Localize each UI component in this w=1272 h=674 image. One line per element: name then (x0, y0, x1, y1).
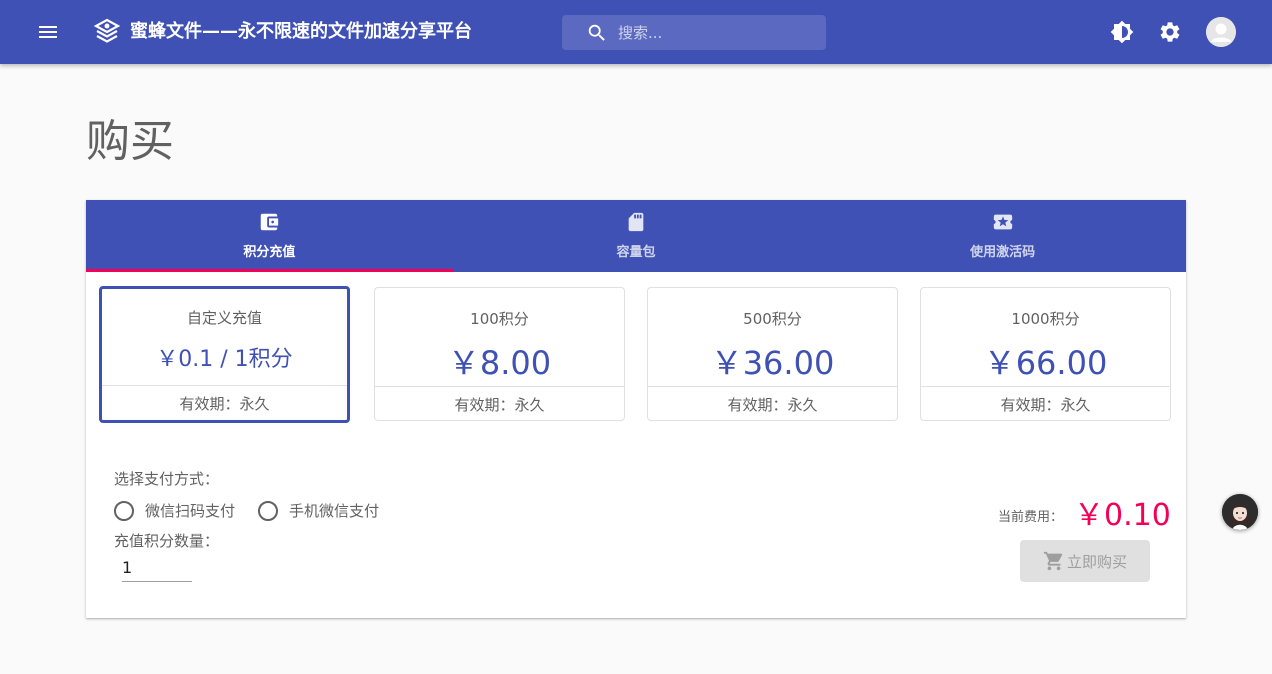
payment-method-label: 选择支付方式： (114, 470, 220, 488)
cost-value: ￥0.10 (1074, 498, 1171, 533)
app-title: 蜜蜂文件——永不限速的文件加速分享平台 (130, 21, 472, 42)
tab-activation-code[interactable]: 使用激活码 (819, 200, 1186, 272)
chat-assistant-button[interactable] (1222, 494, 1258, 530)
pack-name: 自定义充值 (186, 309, 262, 327)
pack-price: ￥0.1 / 1积分 (156, 347, 293, 372)
ticket-star-icon (993, 214, 1012, 230)
pack-card-500[interactable]: 500积分 ￥36.00 有效期：永久 (647, 287, 898, 421)
sd-card-icon (628, 212, 644, 232)
tab-label: 容量包 (616, 245, 656, 260)
tab-label: 积分充值 (243, 245, 296, 260)
brightness-icon[interactable] (1110, 20, 1134, 44)
tab-label: 使用激活码 (970, 245, 1036, 260)
quantity-label: 充值积分数量： (114, 532, 220, 550)
user-icon (1206, 17, 1236, 47)
settings-icon[interactable] (1158, 20, 1182, 44)
quantity-input[interactable] (122, 554, 192, 582)
search-box[interactable] (562, 15, 826, 50)
avatar[interactable] (1206, 17, 1236, 47)
wallet-icon (261, 213, 279, 231)
pack-name: 100积分 (470, 310, 529, 328)
radio-circle[interactable] (114, 500, 134, 521)
tab-indicator (86, 269, 453, 272)
tab-storage-pack[interactable]: 容量包 (453, 200, 820, 272)
page-title: 购买 (86, 116, 174, 167)
app-bar: 蜜蜂文件——永不限速的文件加速分享平台 (0, 0, 1272, 64)
logo-icon (93, 18, 121, 43)
pack-validity: 有效期：永久 (1000, 396, 1091, 414)
pack-name: 1000积分 (1011, 310, 1080, 328)
tab-bar: 积分充值 容量包 使用激活码 (86, 200, 1186, 272)
buy-now-button[interactable]: 立即购买 (1020, 540, 1150, 582)
pack-name: 500积分 (743, 310, 802, 328)
cart-icon (1043, 551, 1063, 571)
pack-divider (375, 386, 624, 387)
search-icon (588, 24, 605, 41)
pack-price: ￥66.00 (983, 344, 1108, 382)
pack-card-1000[interactable]: 1000积分 ￥66.00 有效期：永久 (920, 287, 1171, 421)
pack-price: ￥36.00 (710, 344, 835, 382)
pack-validity: 有效期：永久 (727, 396, 818, 414)
pack-validity: 有效期：永久 (454, 396, 545, 414)
tab-points-recharge[interactable]: 积分充值 (86, 200, 453, 272)
pack-validity: 有效期：永久 (179, 395, 270, 413)
pack-card-custom[interactable]: 自定义充值 ￥0.1 / 1积分 有效期：永久 (99, 286, 350, 423)
pack-card-100[interactable]: 100积分 ￥8.00 有效期：永久 (374, 287, 625, 421)
pack-divider (102, 385, 347, 386)
pack-divider (648, 386, 897, 387)
radio-wechat-qr[interactable]: 微信扫码支付 (114, 500, 235, 521)
pack-list: 自定义充值 ￥0.1 / 1积分 有效期：永久 100积分 ￥8.00 有效期：… (99, 286, 1172, 423)
cost-label: 当前费用： (998, 510, 1064, 525)
search-input[interactable] (618, 15, 818, 50)
radio-wechat-mobile[interactable]: 手机微信支付 (258, 500, 379, 521)
buy-now-label: 立即购买 (1066, 552, 1127, 571)
purchase-card: 积分充值 容量包 使用激活码 自定义充值 ￥0.1 / 1积分 有效期：永久 1… (86, 200, 1186, 618)
radio-circle[interactable] (258, 500, 278, 521)
pack-price: ￥8.00 (447, 344, 552, 382)
radio-label: 手机微信支付 (289, 502, 380, 520)
menu-icon[interactable] (36, 20, 60, 44)
pack-divider (921, 386, 1170, 387)
radio-label: 微信扫码支付 (145, 502, 236, 520)
assistant-avatar-icon (1222, 494, 1258, 530)
